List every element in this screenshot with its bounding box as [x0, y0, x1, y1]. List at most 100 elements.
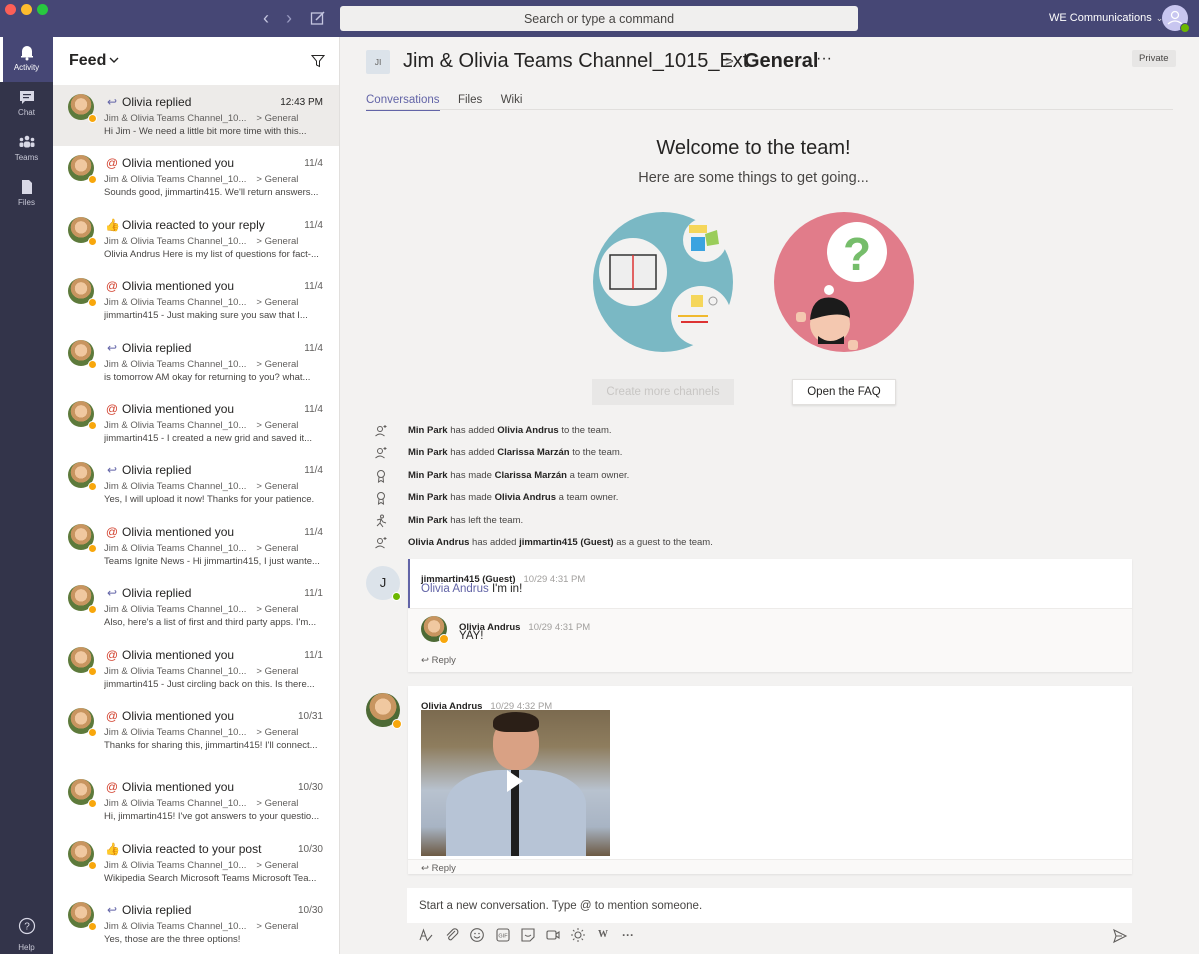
feed-item-time: 11/4 [304, 526, 323, 538]
close-window-button[interactable] [5, 4, 16, 15]
tab-files[interactable]: Files [458, 94, 482, 109]
action-text: has added [447, 447, 498, 459]
open-faq-button[interactable]: Open the FAQ [792, 379, 896, 405]
feed-item-preview: Hi Jim - We need a little bit more time … [104, 126, 307, 137]
feed-item-channel: Jim & Olivia Teams Channel_10... > Genera… [104, 604, 298, 615]
target-name[interactable]: Olivia Andrus [495, 492, 556, 503]
meet-now-icon[interactable] [545, 927, 561, 943]
unread-accent-bar [408, 559, 410, 608]
feed-item-time: 10/31 [297, 710, 323, 722]
actor-name[interactable]: Min Park [408, 447, 448, 458]
feed-item[interactable]: ↩ Olivia replied 11/4 Jim & Olivia Teams Ch… [53, 331, 339, 392]
feed-item-preview: jimmartin415 - I created a new grid and … [104, 432, 313, 444]
feed-item[interactable]: @ Olivia mentioned you 11/4 Jim & Olivia Te… [53, 515, 339, 576]
org-switcher[interactable]: WE Communications ⌄ [1049, 12, 1163, 24]
channel-sub-label: > General [256, 921, 299, 933]
tab-wiki[interactable]: Wiki [501, 94, 523, 109]
channel-label: Jim & Olivia Teams Channel_10... [104, 542, 247, 554]
feed-item[interactable]: ↩ Olivia replied 10/30 Jim & Olivia Teams C… [53, 893, 339, 954]
new-chat-icon[interactable] [310, 10, 326, 26]
rail-item-help[interactable]: ? Help [0, 917, 53, 954]
channel-label: Jim & Olivia Teams Channel_10... [104, 665, 247, 677]
mention-link[interactable]: Olivia Andrus [421, 583, 489, 595]
profile-avatar[interactable] [1162, 5, 1190, 33]
reply-button[interactable]: ↩ Reply [421, 655, 456, 666]
add-person-icon [375, 447, 387, 459]
forward-button[interactable]: › [281, 9, 297, 27]
back-button[interactable]: ‹ [258, 9, 274, 27]
avatar[interactable]: J [366, 566, 401, 601]
play-icon[interactable] [507, 770, 523, 792]
feed-item-time: 11/4 [304, 403, 323, 415]
actor-name[interactable]: Min Park [408, 492, 448, 503]
feed-item-preview: Olivia Andrus Here is my list of questio… [104, 248, 319, 260]
system-message: Olivia Andrus has added jimmartin415 (Gu… [374, 534, 1154, 556]
system-message-text: Min Park has added Clarissa Marzán to th… [408, 447, 622, 458]
feed-item[interactable]: @ Olivia mentioned you 11/1 Jim & Olivia Te… [53, 638, 339, 699]
sticker-icon[interactable] [520, 927, 536, 943]
feed-item[interactable]: @ Olivia mentioned you 11/4 Jim & Olivia Te… [53, 146, 339, 207]
avatar[interactable] [366, 693, 402, 729]
feed-item-channel: Jim & Olivia Teams Channel_10... > Genera… [104, 860, 298, 871]
rail-label: Chat [18, 108, 35, 117]
reply-timestamp: 10/29 4:31 PM [528, 622, 591, 633]
actor-name[interactable]: Min Park [408, 470, 448, 481]
feed-item[interactable]: 👍 Olivia reacted to your reply 11/4 Jim & O… [53, 208, 339, 269]
actor-name[interactable]: Min Park [408, 515, 448, 526]
avatar[interactable] [421, 616, 449, 644]
team-name[interactable]: Jim & Olivia Teams Channel_1015_Ext [403, 50, 748, 73]
wikipedia-icon[interactable]: W [595, 927, 611, 943]
feed-item[interactable]: @ Olivia mentioned you 11/4 Jim & Olivia Te… [53, 392, 339, 453]
feed-item-time: 10/30 [297, 905, 323, 917]
search-input[interactable] [340, 6, 858, 31]
target-name[interactable]: Clarissa Marzán [497, 447, 569, 458]
target-name[interactable]: jimmartin415 (Guest) [519, 537, 614, 548]
chevron-down-icon[interactable] [108, 54, 120, 66]
channel-sub-label: > General [256, 113, 299, 124]
new-conversation-input[interactable] [407, 888, 1132, 923]
faq-illustration: ? [774, 212, 914, 352]
feed-item-channel: Jim & Olivia Teams Channel_10... > Genera… [104, 727, 298, 738]
feed-item[interactable]: @ Olivia mentioned you 10/30 Jim & Olivia T… [53, 770, 339, 831]
gif-attachment[interactable] [421, 710, 610, 856]
gif-icon[interactable]: GIF [495, 927, 511, 943]
presence-away-badge [88, 298, 97, 308]
feed-item[interactable]: @ Olivia mentioned you 11/4 Jim & Olivia Te… [53, 269, 339, 330]
send-icon[interactable] [1112, 928, 1128, 944]
reply-button[interactable]: ↩ Reply [421, 863, 456, 874]
action-text: as a guest to the team. [613, 537, 713, 548]
feed-item[interactable]: ↩ Olivia replied 12:43 PM Jim & Olivia Team… [53, 85, 339, 147]
add-person-icon [375, 537, 387, 549]
feed-item-title: Olivia mentioned you [122, 647, 235, 662]
praise-icon[interactable] [570, 927, 586, 943]
feed-item[interactable]: 👍 Olivia reacted to your post 10/30 Jim & O… [53, 832, 339, 893]
actor-name[interactable]: Min Park [408, 425, 448, 436]
channel-sub-label: > General [256, 726, 299, 738]
rail-item-files[interactable]: Files [0, 172, 53, 217]
welcome-subtitle: Here are some things to get going... [638, 170, 869, 186]
maximize-window-button[interactable] [37, 4, 48, 15]
filter-icon[interactable] [311, 54, 325, 68]
feed-item[interactable]: ↩ Olivia replied 11/4 Jim & Olivia Teams Ch… [53, 453, 339, 514]
more-icon[interactable]: ··· [620, 927, 636, 943]
rail-item-chat[interactable]: Chat [0, 82, 53, 127]
feed-item[interactable]: @ Olivia mentioned you 10/31 Jim & Olivia T… [53, 699, 339, 760]
target-name[interactable]: Clarissa Marzán [495, 470, 567, 481]
rail-item-activity[interactable]: Activity [0, 37, 53, 82]
attach-icon[interactable] [444, 927, 460, 943]
target-name[interactable]: Olivia Andrus [497, 425, 558, 436]
create-channels-button[interactable]: Create more channels [592, 379, 734, 405]
actor-name[interactable]: Olivia Andrus [408, 537, 469, 548]
mention-icon: @ [105, 524, 119, 539]
emoji-icon[interactable] [469, 927, 485, 943]
mention-icon: @ [105, 279, 119, 294]
minimize-window-button[interactable] [21, 4, 32, 15]
message-thread: jimmartin415 (Guest) 10/29 4:31 PM Olivia… [408, 559, 1132, 672]
format-icon[interactable] [418, 927, 434, 943]
more-options-icon[interactable]: ··· [816, 50, 832, 68]
feed-item-time: 11/4 [304, 219, 323, 231]
add-person-icon [375, 425, 387, 437]
action-text: has added [447, 425, 498, 436]
feed-item[interactable]: ↩ Olivia replied 11/1 Jim & Olivia Teams Ch… [53, 576, 339, 637]
rail-item-teams[interactable]: Teams [0, 127, 53, 172]
